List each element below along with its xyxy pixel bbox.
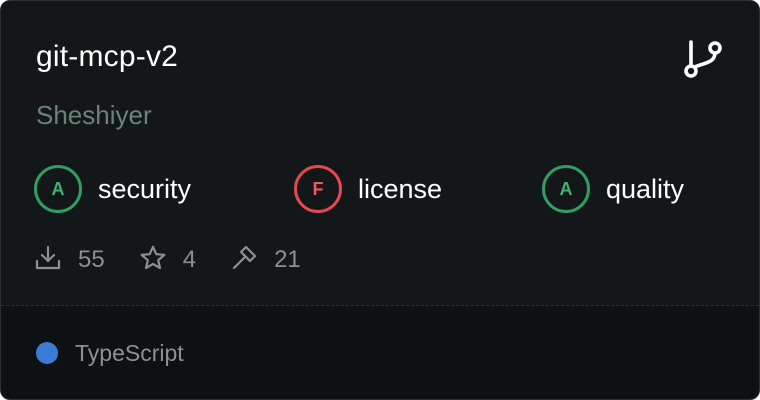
language-color-dot [36,342,58,364]
language-label: TypeScript [75,340,184,366]
grade-badge-security: A [34,165,82,213]
card-header: git-mcp-v2 Sheshiyer A security F licens… [1,1,759,305]
grade-quality: A quality [542,165,684,213]
star-icon [139,244,167,277]
grade-badge-quality: A [542,165,590,213]
repo-card[interactable]: git-mcp-v2 Sheshiyer A security F licens… [0,0,760,400]
stats-row: 55 4 21 [34,241,335,279]
downloads-count: 55 [78,246,105,273]
grade-label-license: license [358,173,443,204]
grade-letter-security: A [51,178,65,199]
download-icon [34,244,62,277]
stat-stars: 4 [139,244,196,277]
grade-label-security: security [98,173,192,204]
grade-letter-license: F [312,178,324,199]
grade-badge-license: F [294,165,342,213]
grade-security: A security [34,165,191,213]
stat-tools: 21 [230,244,301,277]
stat-downloads: 55 [34,244,105,277]
git-branch-icon [681,37,727,83]
hammer-icon [230,244,258,277]
repo-owner[interactable]: Sheshiyer [36,98,152,132]
card-footer: TypeScript [1,306,759,399]
grade-letter-quality: A [559,178,573,199]
tools-count: 21 [274,246,301,273]
stars-count: 4 [182,246,197,273]
grade-label-quality: quality [606,173,685,204]
grade-license: F license [294,165,442,213]
repo-name[interactable]: git-mcp-v2 [36,37,178,77]
